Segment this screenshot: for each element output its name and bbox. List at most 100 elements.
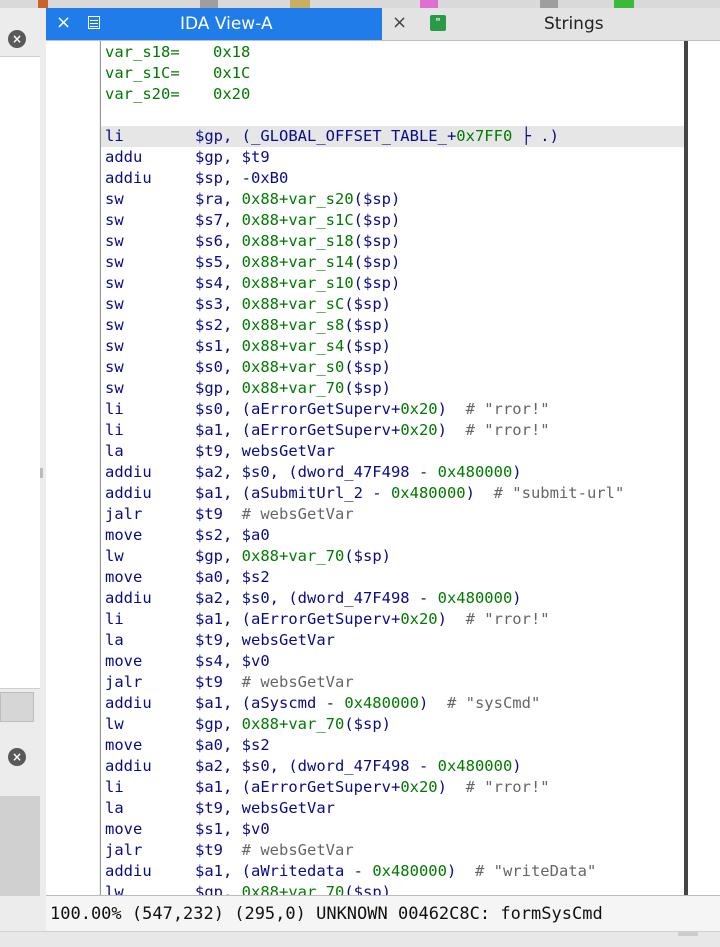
vertical-scrollbar[interactable] (684, 41, 720, 895)
instruction-line[interactable]: addiu $a2, $s0, (dword_47F498 - 0x480000) (105, 756, 685, 777)
instruction-line[interactable]: sw $s2, 0x88+var_s8($sp) (105, 315, 685, 336)
instruction-line[interactable]: jalr $t9 # websGetVar (105, 840, 685, 861)
mnemonic: sw (105, 274, 124, 292)
instruction-line[interactable]: la $t9, websGetVar (105, 798, 685, 819)
operand-symbol: 0x88+var_s0 (241, 358, 345, 376)
instruction-line[interactable]: li $a1, (aErrorGetSuperv+0x20) # "rror!" (105, 609, 685, 630)
instruction-line[interactable]: jalr $t9 # websGetVar (105, 672, 685, 693)
operand: $gp, $t9 (195, 148, 270, 166)
instruction-line[interactable]: addiu $sp, -0xB0 (105, 168, 685, 189)
instruction-line[interactable]: li $a1, (aErrorGetSuperv+0x20) # "rror!" (105, 420, 685, 441)
instruction-line[interactable]: addiu $a2, $s0, (dword_47F498 - 0x480000) (105, 588, 685, 609)
operand-symbol: 0x88+var_70 (241, 715, 345, 733)
instruction-line[interactable]: sw $s3, 0x88+var_sC($sp) (105, 294, 685, 315)
mnemonic: jalr (105, 841, 143, 859)
operand: ($sp) (353, 274, 401, 292)
instruction-line[interactable]: sw $s4, 0x88+var_s10($sp) (105, 273, 685, 294)
disassembly-listing[interactable]: var_s18= 0x18 var_s1C= 0x1C var_s20= 0x20 li $g… (100, 41, 685, 895)
mnemonic: move (105, 568, 143, 586)
operand: ($sp) (344, 337, 391, 355)
mnemonic: addiu (105, 463, 152, 481)
instruction-line[interactable]: addiu $a1, (aWritedata - 0x480000) # "wri… (105, 861, 685, 882)
mnemonic: li (105, 421, 124, 439)
operand: ) (512, 757, 522, 775)
operand: $a0, $s2 (195, 736, 270, 754)
operand: $s4, (195, 274, 242, 292)
left-side-panel: × × (0, 8, 47, 902)
instruction-line[interactable]: move $s1, $v0 (105, 819, 685, 840)
mnemonic: move (105, 526, 143, 544)
operand: $t9, websGetVar (195, 442, 335, 460)
mnemonic: lw (105, 883, 124, 895)
tab-close-icon[interactable]: × (56, 13, 71, 33)
mnemonic: li (105, 778, 124, 796)
operand: ) (437, 421, 466, 439)
instruction-line[interactable]: addu $gp, $t9 (105, 147, 685, 168)
instruction-line[interactable]: sw $s7, 0x88+var_s1C($sp) (105, 210, 685, 231)
left-panel-list[interactable] (0, 82, 40, 689)
instruction-line[interactable]: li $s0, (aErrorGetSuperv+0x20) # "rror!" (105, 399, 685, 420)
scrollbar-thumb[interactable] (684, 41, 688, 895)
instruction-line[interactable]: move $a0, $s2 (105, 567, 685, 588)
left-panel-input[interactable] (0, 692, 34, 722)
operand: ├ .) (512, 127, 559, 145)
instruction-line[interactable]: li $gp, (_GLOBAL_OFFSET_TABLE_+0x7FF0 ├ .… (101, 126, 685, 147)
comment: # "rror!" (465, 610, 550, 628)
instruction-line[interactable]: lw $gp, 0x88+var_70($sp) (105, 546, 685, 567)
disassembly-gutter (46, 41, 99, 895)
stack-var-definition[interactable]: var_s1C= 0x1C (105, 63, 685, 84)
instruction-line[interactable]: la $t9, websGetVar (105, 441, 685, 462)
instruction-line[interactable]: sw $gp, 0x88+var_70($sp) (105, 378, 685, 399)
instruction-line[interactable]: la $t9, websGetVar (105, 630, 685, 651)
instruction-line[interactable]: lw $gp, 0x88+var_70($sp) (105, 714, 685, 735)
close-icon[interactable]: × (8, 748, 26, 766)
operand: ($sp) (353, 211, 401, 229)
close-icon[interactable]: × (8, 30, 26, 48)
mnemonic: sw (105, 358, 124, 376)
tab-close-icon[interactable]: × (392, 13, 407, 33)
comment: # "rror!" (465, 421, 550, 439)
instruction-line[interactable]: sw $s5, 0x88+var_s14($sp) (105, 252, 685, 273)
instruction-line[interactable]: sw $s0, 0x88+var_s0($sp) (105, 357, 685, 378)
tab-strings[interactable]: × " Strings (382, 8, 720, 40)
instruction-line[interactable]: move $s2, $a0 (105, 525, 685, 546)
mnemonic: sw (105, 316, 124, 334)
operand: ($sp) (353, 253, 401, 271)
mnemonic: lw (105, 715, 124, 733)
operand: $s2, (195, 316, 242, 334)
operand: ) (437, 400, 466, 418)
instruction-line[interactable]: lw $gp, 0x88+var_70($sp) (105, 882, 685, 895)
panel-splitter-handle[interactable] (40, 468, 43, 478)
instruction-line[interactable]: move $s4, $v0 (105, 651, 685, 672)
operand-symbol: 0x480000 (437, 589, 513, 607)
instruction-line[interactable]: sw $s1, 0x88+var_s4($sp) (105, 336, 685, 357)
instruction-line[interactable]: jalr $t9 # websGetVar (105, 504, 685, 525)
mnemonic: sw (105, 190, 124, 208)
mnemonic: addiu (105, 589, 152, 607)
operand-symbol: 0x88+var_70 (241, 883, 345, 895)
stack-var-definition[interactable]: var_s18= 0x18 (105, 42, 685, 63)
instruction-line[interactable]: li $a1, (aErrorGetSuperv+0x20) # "rror!" (105, 777, 685, 798)
resize-grip[interactable] (678, 932, 698, 936)
stack-var-name: var_s18= (105, 43, 180, 61)
operand: ($sp) (344, 715, 391, 733)
operand: $t9, websGetVar (195, 631, 335, 649)
stack-var-name: var_s1C= (105, 64, 180, 82)
operand-symbol: 0x1C (213, 64, 251, 82)
mnemonic: sw (105, 253, 124, 271)
tab-ida-view-a[interactable]: × IDA View-A (46, 8, 382, 40)
operand-symbol: 0x88+var_s1C (241, 211, 354, 229)
instruction-line[interactable]: move $a0, $s2 (105, 735, 685, 756)
disassembly-view-icon (88, 16, 100, 29)
operand: $s0, (aErrorGetSuperv+ (195, 400, 401, 418)
stack-var-definition[interactable]: var_s20= 0x20 (105, 84, 685, 105)
operand-symbol: 0x88+var_s18 (241, 232, 354, 250)
instruction-line[interactable]: sw $s6, 0x88+var_s18($sp) (105, 231, 685, 252)
instruction-line[interactable]: sw $ra, 0x88+var_s20($sp) (105, 189, 685, 210)
instruction-line[interactable]: addiu $a1, (aSyscmd - 0x480000) # "sysCmd… (105, 693, 685, 714)
operand: $a1, (aErrorGetSuperv+ (195, 610, 401, 628)
operand-symbol: 0x88+var_s8 (241, 316, 345, 334)
instruction-line[interactable]: addiu $a1, (aSubmitUrl_2 - 0x480000) # "s… (105, 483, 685, 504)
instruction-line[interactable]: addiu $a2, $s0, (dword_47F498 - 0x480000) (105, 462, 685, 483)
operand: ) (446, 862, 475, 880)
